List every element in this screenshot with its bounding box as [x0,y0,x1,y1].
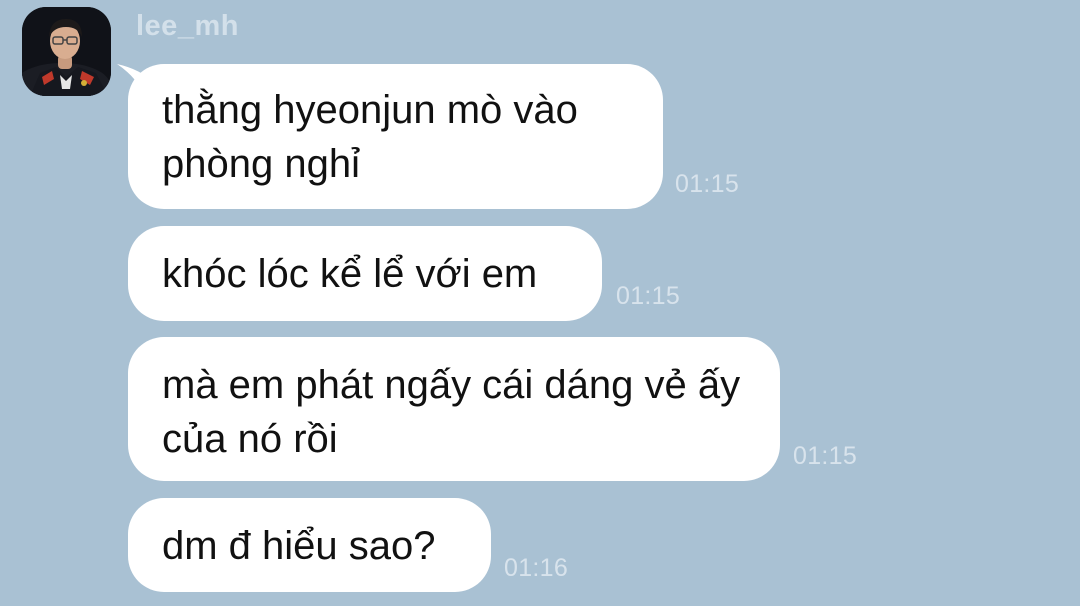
message-text: thằng hyeonjun mò vào phòng nghỉ [162,88,578,186]
message-text: dm đ hiểu sao? [162,524,436,568]
message-bubble[interactable]: khóc lóc kể lể với em [128,226,602,321]
message-timestamp: 01:15 [675,170,740,198]
message-timestamp: 01:15 [616,282,681,310]
message-text: mà em phát ngấy cái dáng vẻ ấy của nó rồ… [162,363,741,461]
message-timestamp: 01:16 [504,554,569,582]
sender-avatar[interactable] [22,7,111,96]
avatar-photo-icon [22,7,111,96]
message-text: khóc lóc kể lể với em [162,252,538,296]
message-bubble[interactable]: thằng hyeonjun mò vào phòng nghỉ [128,64,663,209]
message-timestamp: 01:15 [793,442,858,470]
sender-name: lee_mh [136,10,239,42]
message-bubble[interactable]: dm đ hiểu sao? [128,498,491,592]
message-bubble[interactable]: mà em phát ngấy cái dáng vẻ ấy của nó rồ… [128,337,780,481]
